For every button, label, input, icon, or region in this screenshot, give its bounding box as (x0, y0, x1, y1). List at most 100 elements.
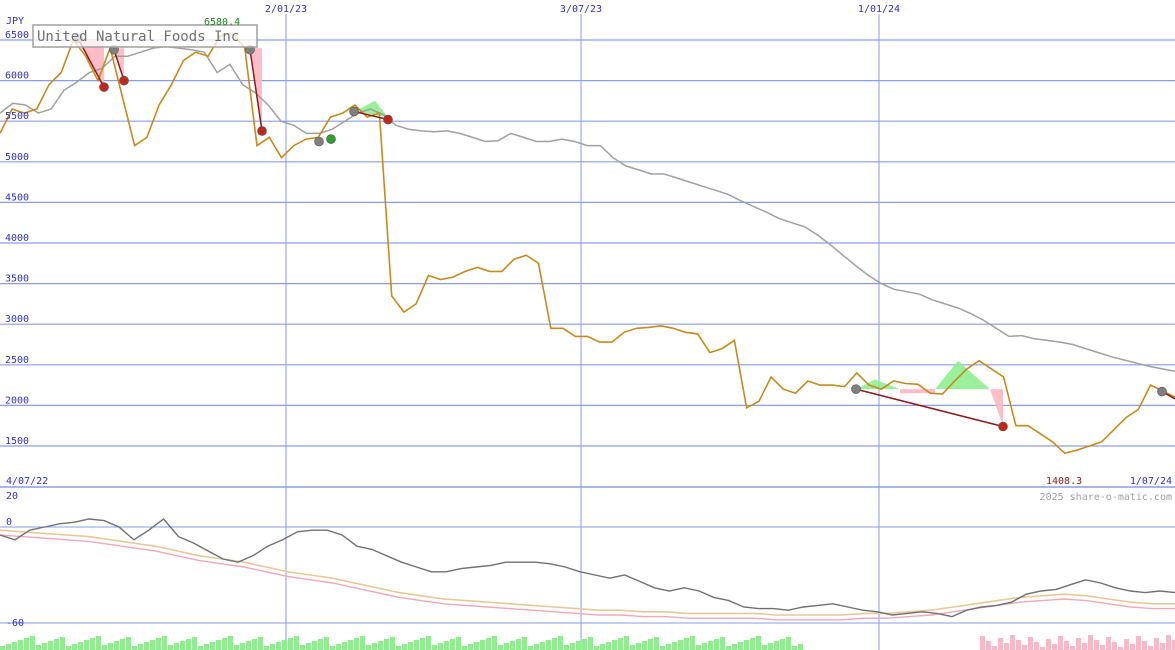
volume-bar (708, 641, 713, 650)
volume-bar (792, 646, 797, 650)
volume-bar (588, 637, 593, 650)
volume-bar (270, 644, 275, 650)
volume-bar (144, 642, 149, 650)
volume-bar (672, 642, 677, 650)
y-tick-label: 2000 (5, 395, 29, 406)
volume-bar (654, 637, 659, 650)
chart-title: United Natural Foods Inc (37, 29, 239, 45)
volume-bar (1142, 641, 1147, 650)
currency-label: JPY (6, 16, 24, 27)
osc-tick-label: -60 (6, 618, 24, 629)
volume-bar (408, 642, 413, 650)
end-date-label: 1/07/24 (1130, 476, 1172, 487)
volume-bar (60, 637, 65, 650)
volume-bar (1022, 645, 1027, 650)
volume-bar (1064, 641, 1069, 650)
trade-marker (998, 421, 1008, 432)
volume-bar (426, 636, 431, 650)
volume-bar (324, 637, 329, 650)
chart-stage: 6500 6000 5500 5000 4500 4000 3500 3000 2500 2000… (0, 0, 1175, 650)
volume-bar (150, 640, 155, 650)
volume-bar (1070, 646, 1075, 650)
volume-bar (1004, 643, 1009, 650)
volume-bar (90, 638, 95, 650)
volume-bar (786, 637, 791, 650)
volume-bar (570, 643, 575, 650)
volume-bar (986, 641, 991, 650)
volume-bar (690, 636, 695, 650)
volume-bar (378, 641, 383, 650)
volume-bar (600, 644, 605, 650)
y-tick-label: 2500 (5, 355, 29, 366)
volume-bar (696, 645, 701, 650)
osc-line (0, 518, 1175, 618)
volume-bar (6, 644, 11, 650)
volume-bar (312, 641, 317, 650)
x-date-label: 1/01/24 (858, 4, 900, 15)
volume-bar (768, 643, 773, 650)
volume-bar (474, 642, 479, 650)
volume-bar (780, 639, 785, 650)
volume-bar (414, 640, 419, 650)
volume-bar (300, 645, 305, 650)
volume-bar (288, 638, 293, 650)
stock-chart: 6500 6000 5500 5000 4500 4000 3500 3000 2500 2000… (0, 4, 1175, 650)
volume-bar (48, 641, 53, 650)
volume-bar (96, 636, 101, 650)
volume-bar (246, 641, 251, 650)
volume-bar (1046, 639, 1051, 650)
trade-marker (257, 126, 267, 136)
volume-bar (72, 644, 77, 650)
volume-bar (174, 643, 179, 650)
volume-bar (1058, 636, 1063, 650)
volume-bar (348, 640, 353, 650)
volume-bar (992, 646, 997, 650)
volume-bar (774, 641, 779, 650)
volume-bar (594, 646, 599, 650)
volume-bar (678, 640, 683, 650)
volume-bar (186, 639, 191, 650)
volume-bar (342, 642, 347, 650)
volume-bar (126, 637, 131, 650)
volume-bar (240, 643, 245, 650)
volume-bar (192, 637, 197, 650)
volume-bar (216, 640, 221, 650)
volume-bar (204, 644, 209, 650)
volume-bar (726, 646, 731, 650)
volume-bar (618, 638, 623, 650)
volume-bar (1034, 642, 1039, 650)
volume-bar (1136, 636, 1141, 650)
volume-bar (558, 636, 563, 650)
min-value-label: 1408.3 (1046, 476, 1082, 487)
x-date-label: 2/01/23 (265, 4, 307, 15)
x-date-label: 3/07/23 (560, 4, 602, 15)
volume-bar (606, 642, 611, 650)
volume-bar (624, 636, 629, 650)
volume-bar (228, 636, 233, 650)
volume-bar (138, 644, 143, 650)
volume-bar (564, 645, 569, 650)
volume-bar (306, 643, 311, 650)
volume-bar (504, 643, 509, 650)
volume-bar (444, 641, 449, 650)
volume-bar (582, 639, 587, 650)
volume-bar (162, 636, 167, 650)
y-tick-label: 4500 (5, 192, 29, 203)
volume-bar (156, 638, 161, 650)
volume-bar (360, 636, 365, 650)
volume-bar (660, 646, 665, 650)
volume-bar (522, 637, 527, 650)
volume-bar (540, 642, 545, 650)
volume-bar (390, 637, 395, 650)
volume-bar (492, 636, 497, 650)
volume-bar (0, 646, 5, 650)
volume-bar (714, 639, 719, 650)
volume-bar (642, 641, 647, 650)
trade-marker (119, 75, 129, 86)
volume-bar (372, 643, 377, 650)
volume-bar (42, 643, 47, 650)
trade-marker (851, 384, 861, 394)
volume-bar (432, 645, 437, 650)
volume-bar (234, 645, 239, 650)
volume-bar (1010, 635, 1015, 650)
